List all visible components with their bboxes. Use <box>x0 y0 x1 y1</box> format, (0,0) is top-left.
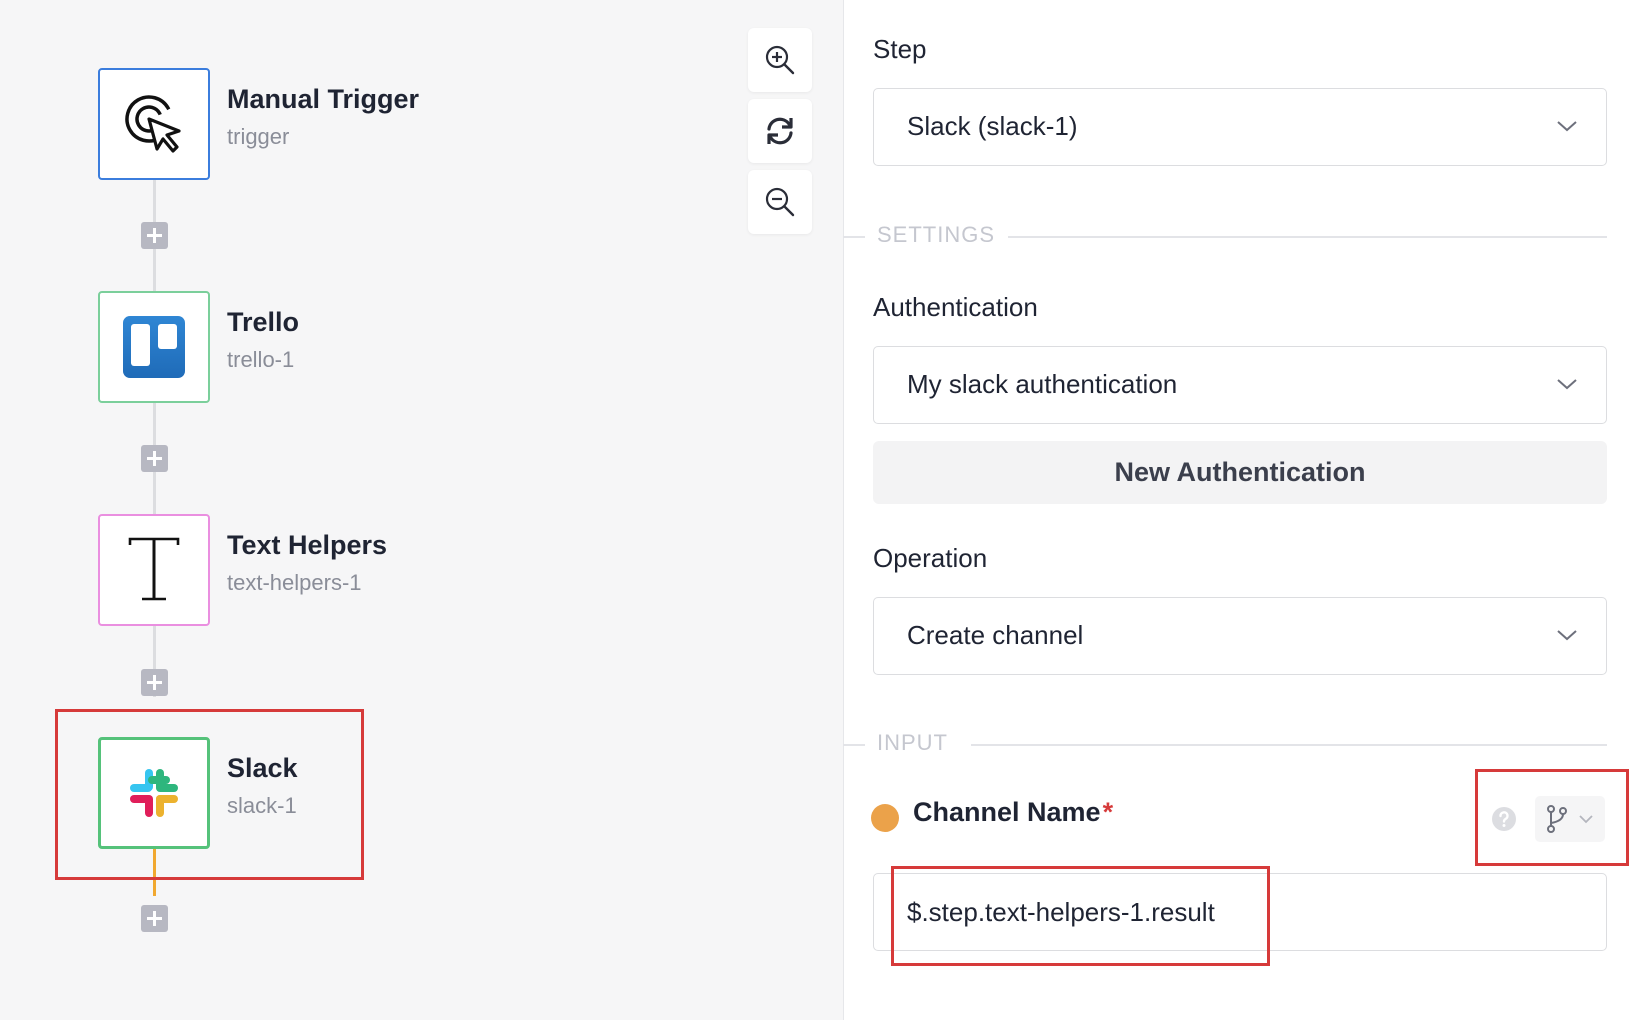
operation-select-value: Create channel <box>907 620 1084 650</box>
step-select-value: Slack (slack-1) <box>907 111 1078 141</box>
text-letter-t-icon <box>128 537 180 601</box>
required-marker: * <box>1102 797 1114 827</box>
trello-logo-icon <box>123 316 185 378</box>
chevron-down-icon <box>1557 121 1577 132</box>
add-step-button[interactable] <box>141 222 168 249</box>
zoom-out-icon <box>765 187 795 217</box>
new-authentication-button[interactable]: New Authentication <box>873 441 1607 504</box>
step-label: Step <box>873 34 927 64</box>
section-heading: INPUT <box>877 730 948 755</box>
node-subtitle: text-helpers-1 <box>227 570 362 595</box>
add-step-button[interactable] <box>141 669 168 696</box>
highlight-box <box>891 866 1270 966</box>
chevron-down-icon <box>1557 379 1577 390</box>
channel-name-label-text: Channel Name <box>913 797 1101 827</box>
authentication-label: Authentication <box>873 292 1038 322</box>
step-select[interactable]: Slack (slack-1) <box>873 88 1607 166</box>
node-trello[interactable] <box>98 291 210 403</box>
node-text-helpers[interactable] <box>98 514 210 626</box>
node-subtitle: trello-1 <box>227 347 295 372</box>
zoom-in-button[interactable] <box>748 28 812 92</box>
refresh-icon <box>767 117 793 145</box>
zoom-out-button[interactable] <box>748 170 812 234</box>
channel-name-label: Channel Name* <box>913 797 1113 828</box>
section-heading: SETTINGS <box>877 222 996 247</box>
operation-select[interactable]: Create channel <box>873 597 1607 675</box>
highlight-box <box>1475 769 1629 866</box>
reset-view-button[interactable] <box>748 99 812 163</box>
node-subtitle: trigger <box>227 124 290 149</box>
cursor-click-icon <box>125 95 181 153</box>
authentication-select[interactable]: My slack authentication <box>873 346 1607 424</box>
highlight-box <box>55 709 364 880</box>
chevron-down-icon <box>1557 630 1577 641</box>
add-step-button[interactable] <box>141 905 168 932</box>
node-title: Text Helpers <box>227 530 388 560</box>
node-title: Manual Trigger <box>227 84 420 114</box>
node-title: Trello <box>227 307 300 337</box>
operation-label: Operation <box>873 543 988 573</box>
settings-section-header: SETTINGS <box>843 222 1607 252</box>
field-status-dot <box>871 804 899 832</box>
authentication-select-value: My slack authentication <box>907 369 1178 399</box>
add-step-button[interactable] <box>141 445 168 472</box>
flow-canvas: Manual Trigger trigger Trello trello-1 T… <box>0 0 844 1020</box>
zoom-in-icon <box>765 45 795 75</box>
node-manual-trigger[interactable] <box>98 68 210 180</box>
input-section-header: INPUT <box>843 730 1607 760</box>
